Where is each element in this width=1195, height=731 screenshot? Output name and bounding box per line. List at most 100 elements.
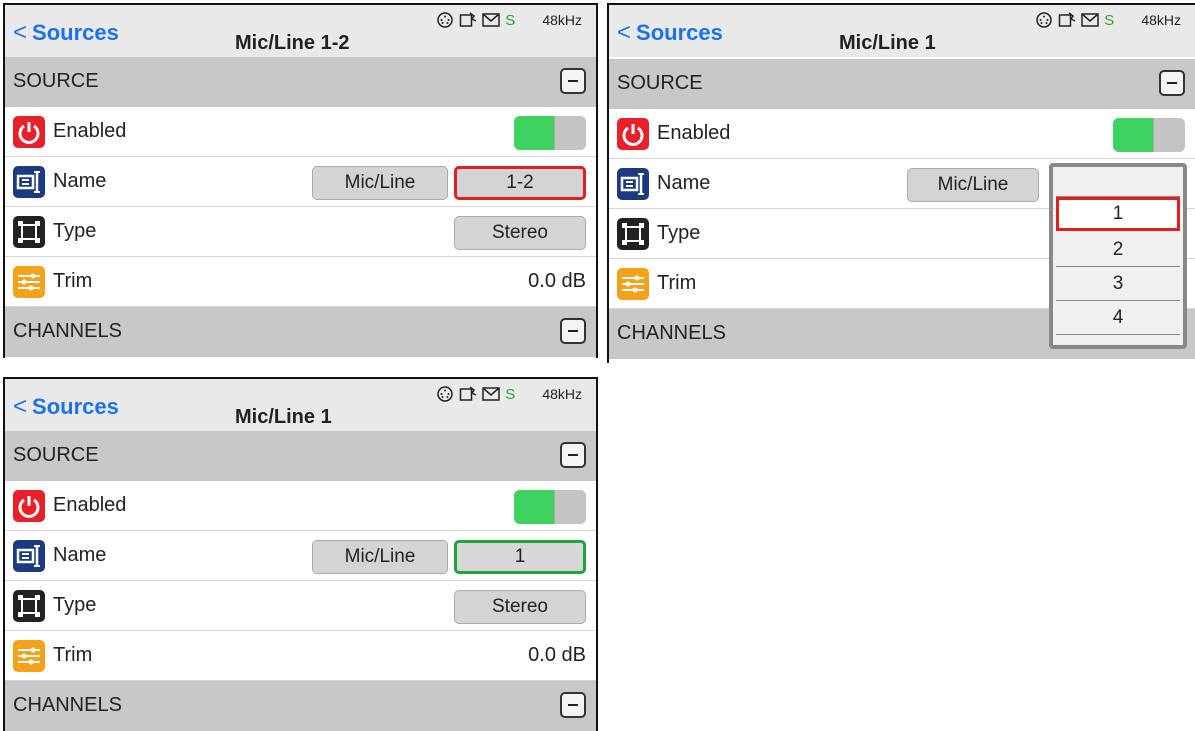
header: < Sources Mic/Line 1-2 S 48kHz — [5, 5, 596, 57]
status-s-indicator: S — [505, 11, 516, 29]
page-title: Mic/Line 1-2 — [235, 32, 350, 54]
midi-icon — [1036, 12, 1053, 28]
mail-icon — [1081, 13, 1100, 27]
trim-value[interactable]: 0.0 dB — [528, 644, 586, 667]
chevron-left-icon: < — [13, 19, 28, 46]
row-type: Type Stereo — [5, 581, 596, 631]
enabled-toggle[interactable] — [1113, 118, 1185, 152]
type-icon — [13, 216, 45, 248]
enabled-label: Enabled — [53, 120, 127, 142]
section-source: SOURCE — [609, 59, 1195, 109]
section-channels-label: CHANNELS — [13, 694, 122, 716]
status-bar: S 48kHz — [436, 11, 582, 29]
collapse-source-button[interactable] — [560, 68, 586, 94]
mail-icon — [482, 13, 501, 27]
name-suffix-dropdown[interactable]: 1 2 3 4 — [1049, 163, 1187, 349]
name-label: Name — [53, 170, 107, 192]
header: < Sources Mic/Line 1 S 48kHz — [5, 379, 596, 431]
row-enabled: Enabled — [5, 481, 596, 531]
panel-after: < Sources Mic/Line 1 S 48kHz SOURCE Enab… — [3, 377, 598, 731]
enabled-toggle[interactable] — [514, 490, 586, 524]
usb-device-icon — [460, 12, 477, 27]
back-label: Sources — [32, 394, 119, 419]
back-button[interactable]: < Sources — [13, 393, 119, 421]
page-title: Mic/Line 1 — [839, 32, 936, 54]
panel-before: < Sources Mic/Line 1-2 S 48kHz SOURCE En… — [3, 3, 598, 358]
section-source: SOURCE — [5, 57, 596, 107]
type-icon — [617, 218, 649, 250]
collapse-source-button[interactable] — [560, 442, 586, 468]
sample-rate: 48kHz — [542, 386, 582, 402]
dropdown-option-3[interactable]: 3 — [1056, 267, 1180, 301]
trim-label: Trim — [657, 272, 697, 294]
name-label: Name — [657, 172, 711, 194]
collapse-channels-button[interactable] — [560, 318, 586, 344]
mail-icon — [482, 387, 501, 401]
trim-value[interactable]: 0.0 dB — [528, 270, 586, 293]
row-trim: Trim 0.0 dB — [5, 257, 596, 307]
name-prefix-button[interactable]: Mic/Line — [907, 168, 1039, 202]
section-source-label: SOURCE — [617, 72, 703, 94]
type-label: Type — [53, 220, 97, 242]
type-button[interactable]: Stereo — [454, 590, 586, 624]
type-label: Type — [657, 222, 701, 244]
name-edit-icon — [13, 540, 45, 572]
section-source: SOURCE — [5, 431, 596, 481]
section-channels-label: CHANNELS — [617, 322, 726, 344]
sample-rate: 48kHz — [1141, 12, 1181, 28]
midi-icon — [437, 386, 454, 402]
trim-sliders-icon — [13, 640, 45, 672]
dropdown-blank-option[interactable] — [1056, 167, 1180, 197]
chevron-left-icon: < — [13, 393, 28, 420]
status-bar: S 48kHz — [1035, 11, 1181, 29]
sample-rate: 48kHz — [542, 12, 582, 28]
dropdown-option-2[interactable]: 2 — [1056, 233, 1180, 267]
trim-sliders-icon — [617, 268, 649, 300]
usb-device-icon — [1059, 12, 1076, 27]
section-channels: CHANNELS — [5, 681, 596, 731]
chevron-left-icon: < — [617, 19, 632, 46]
back-label: Sources — [636, 20, 723, 45]
name-prefix-button[interactable]: Mic/Line — [312, 166, 448, 200]
name-suffix-button[interactable]: 1-2 — [454, 166, 586, 200]
status-bar: S 48kHz — [436, 385, 582, 403]
name-edit-icon — [617, 168, 649, 200]
enabled-label: Enabled — [53, 494, 127, 516]
back-label: Sources — [32, 20, 119, 45]
section-source-label: SOURCE — [13, 70, 99, 92]
status-s-indicator: S — [505, 385, 516, 403]
back-button[interactable]: < Sources — [13, 19, 119, 47]
dropdown-option-1[interactable]: 1 — [1056, 197, 1180, 231]
name-edit-icon — [13, 166, 45, 198]
row-type: Type Stereo — [5, 207, 596, 257]
row-trim: Trim 0.0 dB — [5, 631, 596, 681]
collapse-source-button[interactable] — [1159, 70, 1185, 96]
trim-label: Trim — [53, 270, 93, 292]
name-suffix-button[interactable]: 1 — [454, 540, 586, 574]
collapse-channels-button[interactable] — [560, 692, 586, 718]
page-title: Mic/Line 1 — [235, 406, 332, 428]
midi-icon — [437, 12, 454, 28]
enabled-label: Enabled — [657, 122, 731, 144]
section-source-label: SOURCE — [13, 444, 99, 466]
row-name: Name Mic/Line 1 — [5, 531, 596, 581]
row-enabled: Enabled — [609, 109, 1195, 159]
name-label: Name — [53, 544, 107, 566]
usb-device-icon — [460, 386, 477, 401]
section-channels: CHANNELS — [5, 307, 596, 357]
name-prefix-button[interactable]: Mic/Line — [312, 540, 448, 574]
enabled-toggle[interactable] — [514, 116, 586, 150]
row-name: Name Mic/Line 1-2 — [5, 157, 596, 207]
status-s-indicator: S — [1104, 11, 1115, 29]
dropdown-option-4[interactable]: 4 — [1056, 301, 1180, 335]
trim-sliders-icon — [13, 266, 45, 298]
panel-dropdown: < Sources Mic/Line 1 S 48kHz SOURCE Enab… — [607, 3, 1195, 363]
trim-label: Trim — [53, 644, 93, 666]
back-button[interactable]: < Sources — [617, 19, 723, 47]
row-enabled: Enabled — [5, 107, 596, 157]
power-icon — [13, 490, 45, 522]
type-button[interactable]: Stereo — [454, 216, 586, 250]
type-label: Type — [53, 594, 97, 616]
type-icon — [13, 590, 45, 622]
power-icon — [617, 118, 649, 150]
